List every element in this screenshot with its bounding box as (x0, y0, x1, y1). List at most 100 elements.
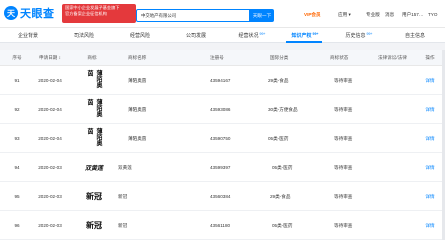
trademark-image[interactable]: 双黄莲 (82, 156, 106, 179)
trademark-image-text: 薄陌奥茵 (86, 70, 102, 88)
detail-link[interactable]: 详情 (420, 66, 440, 95)
cell-index: 91 (14, 78, 20, 83)
table-row: 92 2020-02-04 薄陌奥茵 薄陌奥茵 43593086 30类-方便食… (0, 95, 445, 124)
cell-reg-no: 43561180 (210, 223, 231, 228)
table-row: 91 2020-02-04 薄陌奥茵 薄陌奥茵 43594167 29类-食品 … (0, 66, 445, 95)
table-header: 序号 申请日期 ↕ 商标 商标名称 注册号 国际分类 商标状态 法律诉讼/法律 … (0, 50, 445, 66)
cell-int-class: 29类-食品 (270, 193, 291, 199)
tab-enterprise-background[interactable]: 企业背景 (6, 28, 50, 43)
cell-mark-name: 薄陌奥茵 (128, 135, 147, 141)
detail-link[interactable]: 详情 (420, 182, 440, 211)
cell-reg-no: 43594167 (210, 78, 231, 83)
table-row: 93 2020-02-04 薄陌奥茵 薄陌奥茵 43590750 05类-医药 … (0, 124, 445, 153)
tab-label: 经营状况 (238, 33, 259, 39)
cell-mark-name: 新冠 (118, 222, 128, 228)
tab-label: 司法风险 (73, 33, 94, 39)
cell-mark-name: 薄陌奥茵 (128, 106, 147, 112)
cell-mark-name: 薄陌奥茵 (128, 77, 147, 83)
tab-operating-risk[interactable]: 经营风险 (118, 28, 162, 43)
tab-history[interactable]: 历史信息 99+ (336, 28, 382, 43)
cell-index: 96 (14, 223, 20, 228)
col-mark-name: 商标名称 (128, 55, 147, 60)
trademark-image-text: 双黄莲 (84, 165, 103, 172)
nav-apps[interactable]: 应用 ▾ (338, 12, 351, 18)
nav-messages[interactable]: 消息 (385, 12, 394, 18)
trademark-table: 序号 申请日期 ↕ 商标 商标名称 注册号 国际分类 商标状态 法律诉讼/法律 … (0, 50, 445, 240)
trademark-image[interactable]: 新冠 (80, 216, 108, 235)
cell-reg-no: 43593086 (210, 107, 231, 112)
cell-date: 2020-02-04 (38, 136, 62, 141)
table-row: 95 2020-02-03 新冠 新冠 43560384 29类-食品 等待审查… (0, 182, 445, 211)
table-row: 96 2020-02-03 新冠 新冠 43561180 05类-医药 等待审查… (0, 211, 445, 240)
col-status: 商标状态 (330, 55, 349, 60)
col-apply-date[interactable]: 申请日期 ↕ (30, 50, 70, 66)
top-header: 天 天眼查 国家中小企业发展子基金旗下 官方备案企业征信机构 中交地产有限公司 … (0, 0, 445, 28)
cell-date: 2020-02-03 (38, 165, 62, 170)
cell-status: 等待审查 (334, 164, 353, 170)
tab-company-development[interactable]: 公司发展 (174, 28, 218, 43)
cell-reg-no: 43599397 (210, 165, 231, 170)
trademark-image[interactable]: 薄陌奥茵 (84, 70, 104, 92)
trademark-image-text: 薄陌奥茵 (86, 128, 102, 146)
cell-date: 2020-02-03 (38, 223, 62, 228)
logo-icon: 天 (4, 6, 18, 20)
active-tab-indicator (286, 41, 322, 43)
cell-int-class: 30类-方便食品 (268, 106, 298, 112)
table-row: 94 2020-02-03 双黄莲 双黄莲 43599397 05类-医药 等待… (0, 153, 445, 182)
cell-status: 等待审查 (334, 135, 353, 141)
logo[interactable]: 天 天眼查 (4, 5, 55, 21)
col-int-class: 国际分类 (270, 55, 289, 60)
tab-badge: 99+ (312, 31, 319, 36)
cell-int-class: 05类-医药 (272, 222, 293, 228)
cell-date: 2020-02-04 (38, 107, 62, 112)
cell-index: 95 (14, 194, 20, 199)
cell-reg-no: 43590750 (210, 136, 231, 141)
cell-date: 2020-02-04 (38, 78, 62, 83)
col-action: 操作 (425, 55, 435, 60)
tab-self-info[interactable]: 自主信息 (390, 28, 440, 43)
trademark-image-text: 新冠 (86, 191, 102, 201)
trademark-image[interactable]: 薄陌奥茵 (84, 128, 104, 150)
cell-mark-name: 双黄莲 (118, 164, 132, 170)
search-input[interactable]: 中交地产有限公司 (136, 9, 250, 22)
detail-link[interactable]: 详情 (420, 211, 440, 240)
tab-label: 企业背景 (17, 33, 38, 39)
col-reg-no: 注册号 (210, 55, 224, 60)
search-button[interactable]: 天眼一下 (250, 9, 274, 22)
trademark-image[interactable]: 薄陌奥茵 (84, 99, 104, 121)
cell-int-class: 05类-医药 (268, 135, 289, 141)
trademark-image-text: 新冠 (86, 220, 102, 230)
col-mark: 商标 (87, 55, 97, 60)
tab-badge: 99+ (366, 31, 373, 36)
trademark-image[interactable]: 新冠 (80, 187, 108, 206)
tab-operating-status[interactable]: 经营状况 99+ (228, 28, 276, 43)
tab-label: 知识产权 (291, 33, 312, 39)
detail-link[interactable]: 详情 (420, 95, 440, 124)
cell-status: 等待审查 (334, 193, 353, 199)
cell-mark-name: 新冠 (118, 193, 128, 199)
nav-pro[interactable]: 专业版 (366, 12, 380, 18)
cell-reg-no: 43560384 (210, 194, 231, 199)
tab-judicial-risk[interactable]: 司法风险 (62, 28, 106, 43)
tab-label: 经营风险 (129, 33, 150, 39)
cell-index: 93 (14, 136, 20, 141)
logo-text: 天眼查 (20, 8, 55, 20)
cell-date: 2020-02-03 (38, 194, 62, 199)
cell-int-class: 05类-医药 (272, 164, 293, 170)
cell-index: 92 (14, 107, 20, 112)
tab-label: 自主信息 (404, 33, 425, 39)
detail-link[interactable]: 详情 (420, 153, 440, 182)
detail-link[interactable]: 详情 (420, 124, 440, 153)
vip-link[interactable]: VIP会员 (304, 12, 321, 18)
cell-status: 等待审查 (334, 222, 353, 228)
cell-status: 等待审查 (334, 106, 353, 112)
nav-user[interactable]: 用户157… (402, 12, 423, 18)
nav-account[interactable]: TYO (428, 12, 437, 17)
tab-label: 历史信息 (345, 33, 366, 39)
cell-int-class: 29类-食品 (268, 77, 289, 83)
col-index: 序号 (12, 55, 22, 60)
tab-badge: 99+ (259, 31, 266, 36)
col-legal: 法律诉讼/法律 (378, 55, 407, 60)
section-tabs: 企业背景 司法风险 经营风险 公司发展 经营状况 99+ 知识产权 99+ 历史信息… (0, 28, 445, 43)
promo-banner[interactable]: 国家中小企业发展子基金旗下 官方备案企业征信机构 (62, 4, 136, 23)
